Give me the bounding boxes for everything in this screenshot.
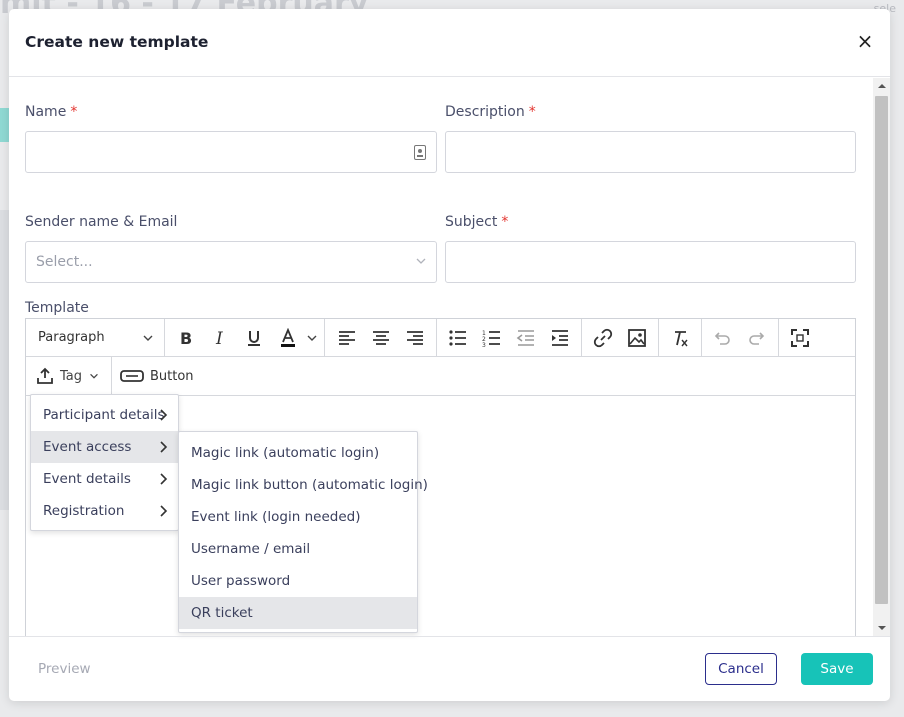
submenu-item-event-link[interactable]: Event link (login needed) <box>179 501 417 533</box>
sender-select[interactable]: Select... <box>25 241 437 283</box>
tag-dropdown-button[interactable]: Tag <box>36 365 100 387</box>
bulleted-list-icon[interactable] <box>447 327 469 349</box>
menu-item-label: Event access <box>43 439 132 455</box>
menu-item-participant-details[interactable]: Participant details <box>31 399 178 431</box>
subject-label-text: Subject <box>445 214 498 230</box>
name-label-text: Name <box>25 104 67 120</box>
modal-header: Create new template × <box>9 9 890 77</box>
modal-body: Name * Description * Sender name & Email S… <box>9 78 890 636</box>
toolbar-divider <box>111 357 112 395</box>
button-icon <box>120 370 144 382</box>
chevron-down-icon[interactable] <box>305 331 319 345</box>
required-mark: * <box>501 214 509 230</box>
submenu-item-username[interactable]: Username / email <box>179 533 417 565</box>
button-label: Button <box>150 368 194 384</box>
required-mark: * <box>528 104 536 120</box>
remove-format-icon[interactable] <box>669 327 691 349</box>
menu-item-event-access[interactable]: Event access <box>31 431 178 463</box>
toolbar-divider <box>581 319 582 357</box>
menu-item-label: Event details <box>43 471 131 487</box>
close-icon[interactable]: × <box>856 31 874 51</box>
event-access-submenu: Magic link (automatic login) Magic link … <box>178 431 428 633</box>
sender-placeholder: Select... <box>36 254 93 270</box>
italic-icon[interactable]: I <box>209 327 231 349</box>
submenu-item-qr-ticket[interactable]: QR ticket <box>179 597 417 629</box>
toolbar-divider <box>778 319 779 357</box>
save-button[interactable]: Save <box>801 653 873 685</box>
submenu-item-user-password[interactable]: User password <box>179 565 417 597</box>
menu-item-registration[interactable]: Registration <box>31 495 178 527</box>
background-accent <box>0 108 9 142</box>
subject-label: Subject * <box>445 214 508 230</box>
chevron-down-icon <box>90 373 98 379</box>
submenu-item-magic-link[interactable]: Magic link (automatic login) <box>179 437 417 469</box>
name-label: Name * <box>25 104 77 120</box>
chevron-down-icon <box>416 258 426 264</box>
background-strip <box>0 210 9 510</box>
create-template-modal: Create new template × Name * Description *… <box>9 9 890 701</box>
font-color-icon[interactable] <box>277 327 299 349</box>
menu-item-label: Participant details <box>43 407 165 423</box>
svg-text:3: 3 <box>482 342 486 348</box>
modal-scrollbar[interactable] <box>873 78 890 636</box>
modal-footer: Preview Cancel Save <box>9 636 890 701</box>
modal-title: Create new template <box>25 33 209 51</box>
chevron-right-icon <box>160 441 168 453</box>
underline-icon[interactable] <box>243 327 265 349</box>
editor-toolbar-secondary: Tag Button <box>26 357 855 396</box>
redo-icon[interactable] <box>746 327 768 349</box>
toolbar-divider <box>701 319 702 357</box>
name-input[interactable] <box>25 131 437 173</box>
tag-label: Tag <box>60 368 83 384</box>
sender-label: Sender name & Email <box>25 214 178 230</box>
bold-icon[interactable]: B <box>175 327 197 349</box>
paragraph-select-label[interactable]: Paragraph <box>38 330 105 345</box>
template-label: Template <box>25 300 89 316</box>
tag-menu: Participant details Event access Event d… <box>30 394 179 531</box>
chevron-right-icon <box>160 409 168 421</box>
undo-icon[interactable] <box>711 327 733 349</box>
toolbar-divider <box>324 319 325 357</box>
insert-button-button[interactable]: Button <box>120 365 194 387</box>
description-label: Description * <box>445 104 536 120</box>
svg-text:B: B <box>180 329 192 348</box>
link-icon[interactable] <box>592 327 614 349</box>
editor-toolbar: Paragraph B I 123 <box>26 319 855 357</box>
contact-card-icon <box>414 145 426 160</box>
insert-icon <box>37 367 53 384</box>
toolbar-divider <box>164 319 165 357</box>
description-input[interactable] <box>445 131 856 173</box>
preview-link[interactable]: Preview <box>38 661 91 677</box>
scroll-down-icon[interactable] <box>878 626 886 630</box>
submenu-item-magic-link-button[interactable]: Magic link button (automatic login) <box>179 469 428 501</box>
cancel-button[interactable]: Cancel <box>705 653 777 685</box>
scrollbar-thumb[interactable] <box>875 96 888 604</box>
menu-item-label: Registration <box>43 503 125 519</box>
fullscreen-icon[interactable] <box>789 327 811 349</box>
svg-text:I: I <box>215 329 223 348</box>
chevron-right-icon <box>160 505 168 517</box>
required-mark: * <box>70 104 78 120</box>
chevron-right-icon <box>160 473 168 485</box>
menu-item-event-details[interactable]: Event details <box>31 463 178 495</box>
description-label-text: Description <box>445 104 525 120</box>
indent-icon[interactable] <box>549 327 571 349</box>
chevron-down-icon[interactable] <box>141 331 155 345</box>
align-center-icon[interactable] <box>370 327 392 349</box>
subject-input[interactable] <box>445 241 856 283</box>
outdent-icon[interactable] <box>515 327 537 349</box>
toolbar-divider <box>658 319 659 357</box>
numbered-list-icon[interactable]: 123 <box>481 327 503 349</box>
scroll-up-icon[interactable] <box>878 84 886 88</box>
align-left-icon[interactable] <box>336 327 358 349</box>
toolbar-divider <box>436 319 437 357</box>
image-icon[interactable] <box>626 327 648 349</box>
align-right-icon[interactable] <box>404 327 426 349</box>
